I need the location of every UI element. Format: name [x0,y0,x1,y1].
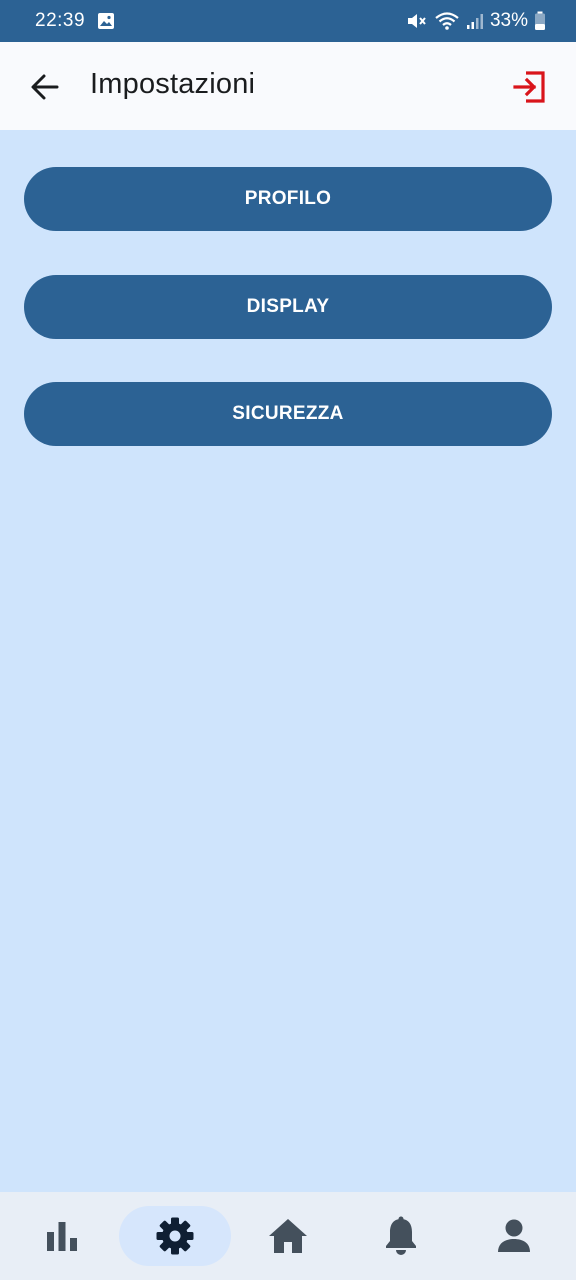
bottom-navigation [0,1192,576,1280]
logout-button[interactable] [512,69,548,105]
nav-notifications[interactable] [345,1206,457,1266]
home-icon [268,1219,307,1253]
arrow-back-icon [31,74,59,100]
back-button[interactable] [28,70,62,104]
page-title: Impostazioni [90,68,256,100]
signal-icon [466,12,484,30]
gallery-icon [97,12,115,30]
gear-icon [156,1217,194,1255]
nav-stats[interactable] [6,1206,118,1266]
status-time: 22:39 [35,10,86,31]
wifi-icon [434,11,460,31]
bar-chart-icon [47,1222,78,1251]
nav-profile[interactable] [458,1206,570,1266]
profile-button[interactable]: PROFILO [24,167,552,231]
app-bar: Impostazioni [0,42,576,130]
security-button[interactable]: SICUREZZA [24,382,552,446]
display-button[interactable]: DISPLAY [24,275,552,339]
nav-settings[interactable] [119,1206,232,1266]
battery-icon [534,11,546,31]
bell-icon [385,1216,416,1255]
nav-home[interactable] [232,1206,344,1266]
logout-icon [513,71,545,103]
status-bar: 22:39 33% [0,0,576,42]
battery-text: 33% [489,10,528,31]
mute-icon [406,11,428,31]
person-icon [497,1219,530,1252]
